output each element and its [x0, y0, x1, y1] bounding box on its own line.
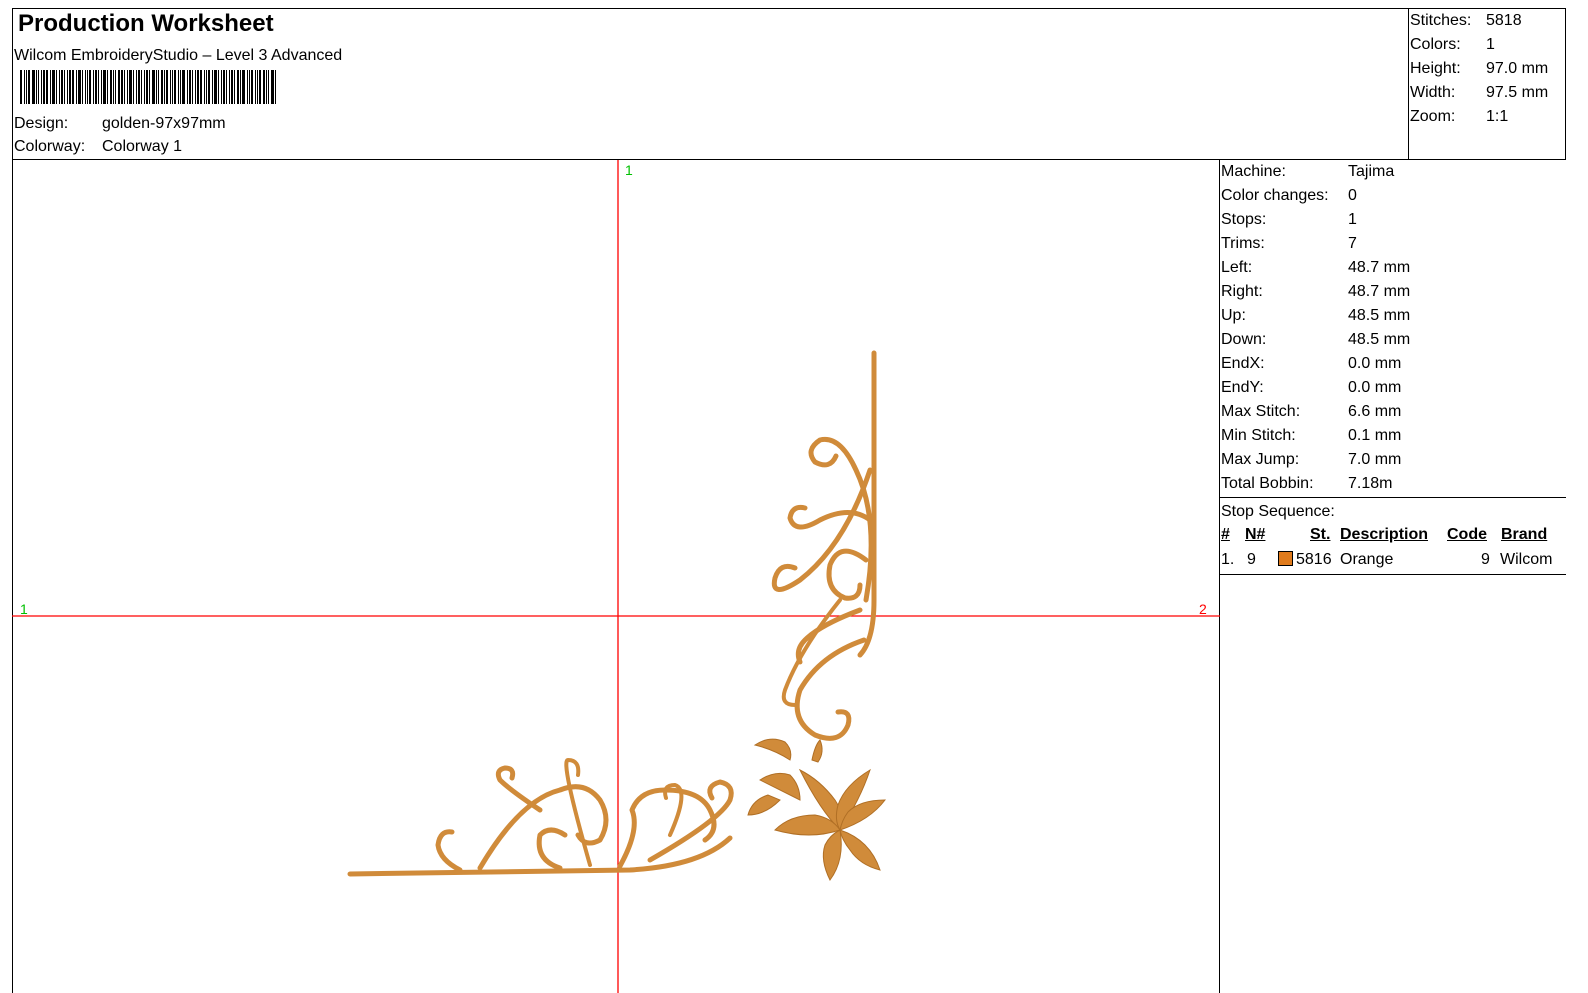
axis-marker-right: 2 — [1199, 601, 1207, 617]
flower-cluster — [747, 738, 887, 881]
axis-marker-left: 1 — [20, 601, 28, 617]
embroidery-design — [12, 160, 1220, 993]
axis-marker-top: 1 — [625, 162, 633, 178]
